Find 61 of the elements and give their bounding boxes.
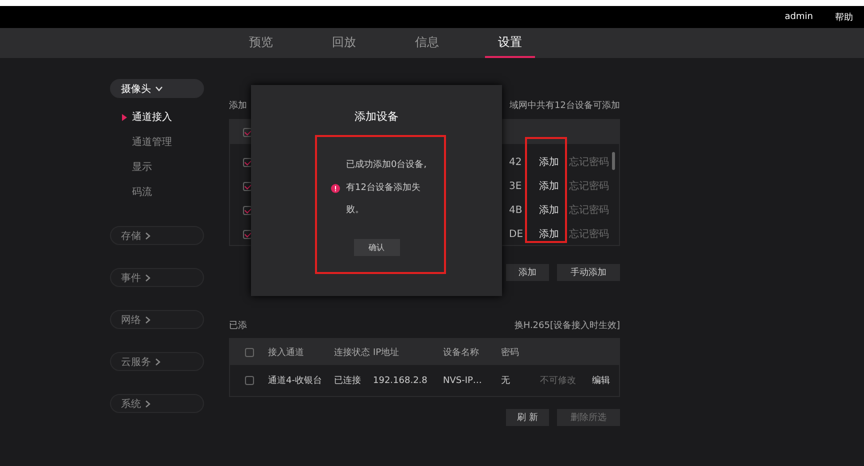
section-label: 添加 <box>229 100 247 112</box>
chevron-down-icon <box>155 86 163 92</box>
action-button[interactable]: 刷 新 <box>506 409 549 426</box>
sidebar-group[interactable]: 云服务 <box>110 352 204 371</box>
sidebar-group[interactable]: 事件 <box>110 268 204 287</box>
message-text: 已成功添加0台设备, <box>346 158 427 172</box>
add-link[interactable]: 添加 <box>539 179 569 193</box>
device-count-text: 域网中共有12台设备可添加 <box>510 100 620 112</box>
scrollbar[interactable] <box>612 152 615 170</box>
action-button[interactable]: 手动添加 <box>557 264 620 281</box>
table-cell-text: 通道4-收银台 <box>268 374 323 387</box>
error-icon <box>331 184 340 193</box>
table-cell-text: 42 <box>509 156 523 168</box>
chevron-right-icon <box>155 358 161 366</box>
table-cell-text: 不可修改 <box>540 374 577 387</box>
table-cell-text: DE <box>509 228 524 240</box>
action-button[interactable]: 添加 <box>506 264 549 281</box>
sidebar-group[interactable]: 摄像头 <box>110 79 204 98</box>
column-header: IP地址 <box>373 346 400 358</box>
edit-link[interactable]: 编辑 <box>592 374 619 387</box>
table-cell-text: 192.168.2.8 <box>373 376 428 386</box>
forgot-password-link[interactable]: 忘记密码 <box>569 155 609 169</box>
dialog-title: 添加设备 <box>354 109 398 124</box>
checkbox[interactable] <box>244 348 254 356</box>
forgot-password-link[interactable]: 忘记密码 <box>569 227 609 241</box>
column-header: 连接状态 <box>334 346 371 358</box>
column-header: 接入通道 <box>268 346 305 358</box>
sidebar-item[interactable]: 通道接入 <box>132 110 172 124</box>
sidebar-item[interactable]: 码流 <box>132 185 152 199</box>
table-cell-text: 已连接 <box>334 374 362 387</box>
column-header: 设备名称 <box>443 346 480 358</box>
table-cell-text: 4B <box>509 204 524 216</box>
nav-tab[interactable]: 信息 <box>402 28 452 58</box>
sidebar-item[interactable]: 显示 <box>132 160 152 174</box>
forgot-password-link[interactable]: 忘记密码 <box>569 203 609 217</box>
codec-note: 换H.265[设备接入时生效] <box>514 320 620 332</box>
add-link[interactable]: 添加 <box>539 227 569 241</box>
sidebar-item[interactable]: 通道管理 <box>132 135 172 149</box>
table-cell-text: NVS-IP… <box>443 376 483 386</box>
chevron-right-icon <box>145 274 151 282</box>
forgot-password-link[interactable]: 忘记密码 <box>569 179 609 193</box>
chevron-right-icon <box>145 232 151 240</box>
add-link[interactable]: 添加 <box>539 155 569 169</box>
checkbox[interactable] <box>244 376 254 385</box>
user-name[interactable]: admin <box>784 12 813 22</box>
sidebar-group[interactable]: 网络 <box>110 310 204 329</box>
add-link[interactable]: 添加 <box>539 203 569 217</box>
chevron-right-icon <box>145 400 151 408</box>
column-header: 密码 <box>501 346 520 358</box>
nav-tab[interactable]: 预览 <box>236 28 286 58</box>
nav-tab[interactable]: 回放 <box>319 28 369 58</box>
section-label: 已添 <box>229 320 247 332</box>
nav-tab[interactable]: 设置 <box>485 28 535 58</box>
sidebar-group[interactable]: 系统 <box>110 394 204 413</box>
sidebar-group[interactable]: 存储 <box>110 226 204 245</box>
help-link[interactable]: 帮助 <box>835 10 853 24</box>
table-cell-text: 无 <box>501 375 511 387</box>
chevron-right-icon <box>145 316 151 324</box>
confirm-button[interactable]: 确认 <box>354 239 400 256</box>
message-text: 有12台设备添加失败。 <box>346 182 422 217</box>
table-cell-text: 3E <box>509 180 523 192</box>
